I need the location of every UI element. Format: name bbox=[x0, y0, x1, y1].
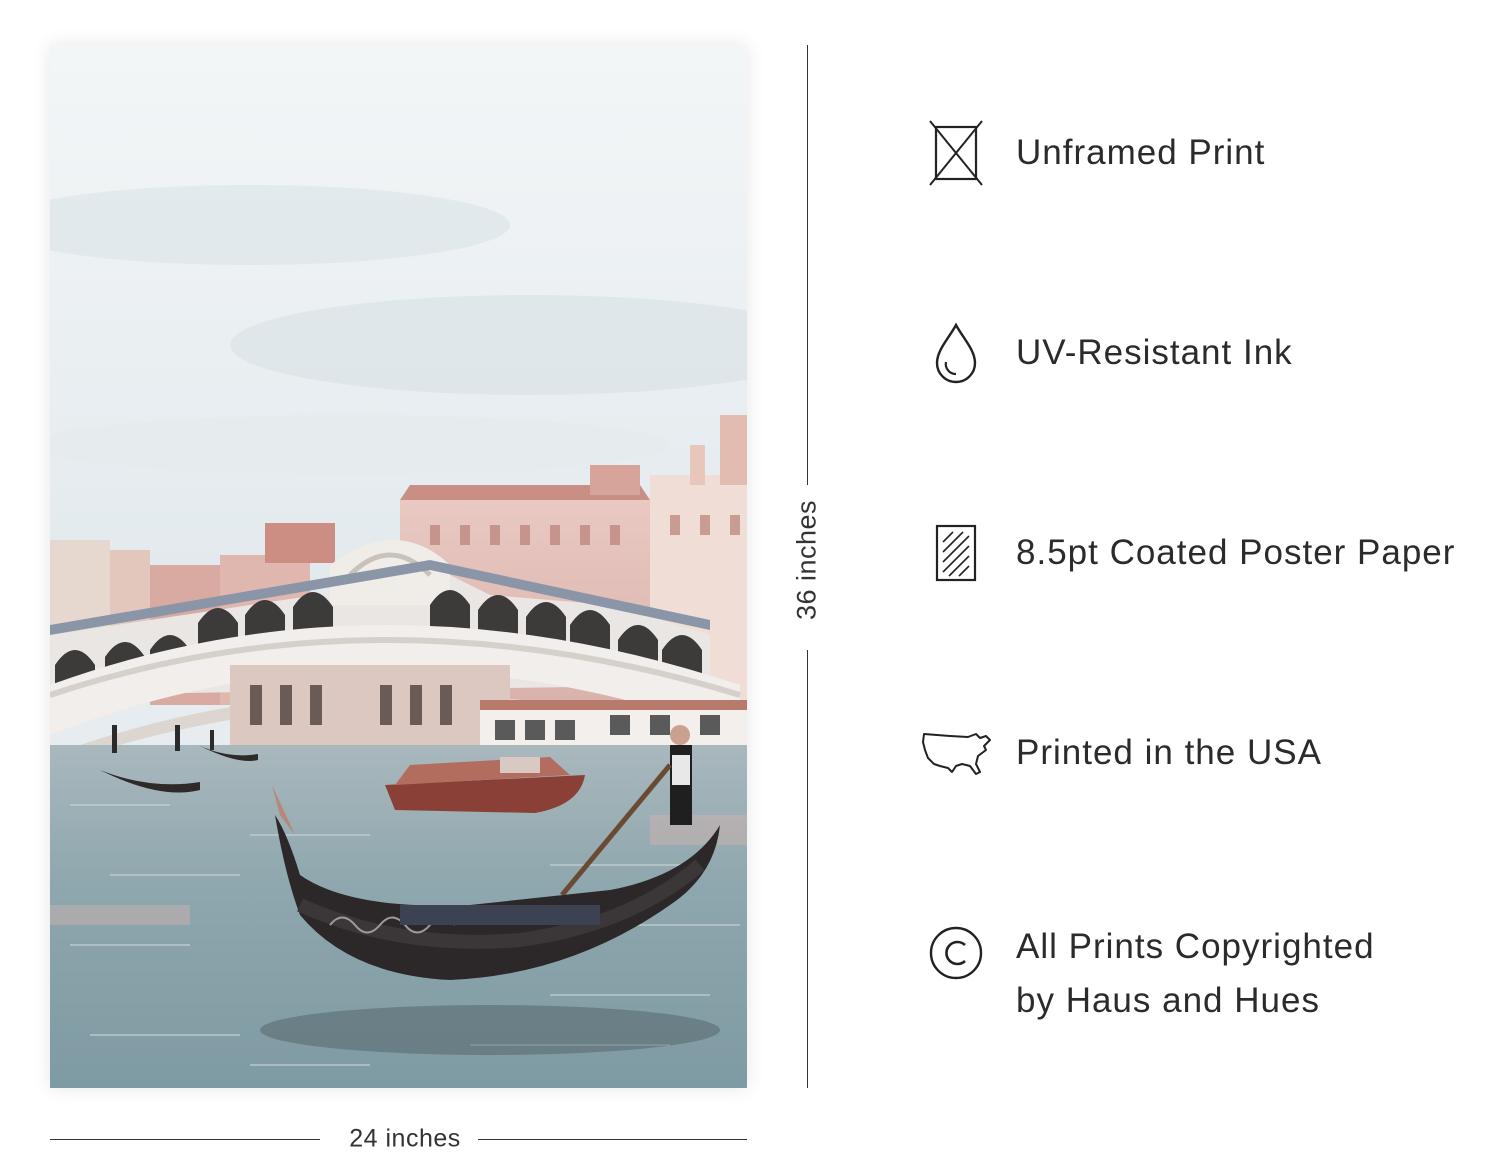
feature-item-unframed: Unframed Print bbox=[918, 120, 1265, 186]
feature-label: Printed in the USA bbox=[1016, 733, 1322, 772]
feature-item-ink: UV-Resistant Ink bbox=[918, 320, 1293, 386]
feature-label: 8.5pt Coated Poster Paper bbox=[1016, 533, 1456, 572]
ink-drop-icon bbox=[918, 320, 994, 386]
feature-item-paper: 8.5pt Coated Poster Paper bbox=[918, 520, 1455, 586]
coated-paper-icon bbox=[918, 520, 994, 586]
feature-item-copyright: All Prints Copyrighted by Haus and Hues bbox=[918, 920, 1375, 1028]
feature-label: All Prints Copyrighted by Haus and Hues bbox=[1016, 920, 1375, 1028]
usa-map-icon bbox=[918, 720, 994, 786]
poster-print-image: VE 7983 bbox=[50, 45, 747, 1088]
width-dimension-label: 24 inches bbox=[349, 1124, 461, 1152]
venice-gondola-photo: VE 7983 bbox=[50, 45, 747, 1088]
height-dimension-label: 36 inches bbox=[791, 499, 822, 621]
height-dimension-line-bottom bbox=[807, 650, 808, 1088]
feature-item-usa: Printed in the USA bbox=[918, 720, 1322, 786]
unframed-box-icon bbox=[918, 120, 994, 186]
feature-label-line2: by Haus and Hues bbox=[1016, 981, 1320, 1020]
width-dimension-line-left bbox=[50, 1139, 320, 1140]
feature-label-line1: All Prints Copyrighted bbox=[1016, 927, 1375, 966]
copyright-icon bbox=[918, 920, 994, 986]
height-dimension-line-top bbox=[807, 45, 808, 485]
width-dimension-line-right bbox=[478, 1139, 747, 1140]
feature-label: Unframed Print bbox=[1016, 133, 1266, 172]
feature-label: UV-Resistant Ink bbox=[1016, 333, 1293, 372]
